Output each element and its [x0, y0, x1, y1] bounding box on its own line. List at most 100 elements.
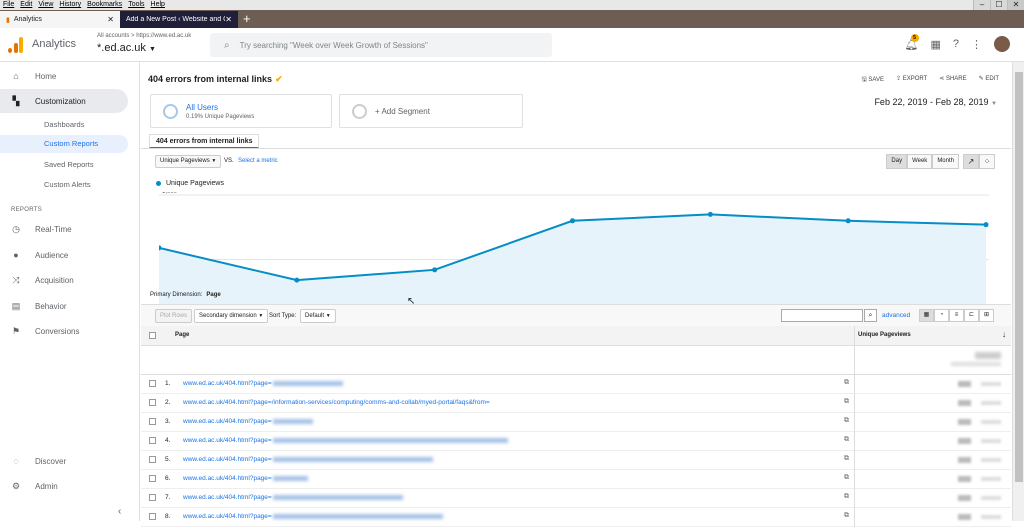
select-all-checkbox[interactable]	[149, 332, 156, 339]
sort-desc-icon[interactable]: ↓	[1002, 330, 1006, 339]
account-breadcrumb[interactable]: All accounts > https://www.ed.ac.uk	[97, 33, 191, 39]
sidebar-item-customization[interactable]: ▚ Customization	[0, 89, 128, 113]
minimize-icon[interactable]: –	[973, 0, 990, 10]
plot-rows-button[interactable]: Plot Rows	[155, 309, 193, 323]
row-checkbox[interactable]	[149, 399, 156, 406]
apps-grid-icon[interactable]: ▦	[930, 38, 940, 51]
sidebar-item-behavior[interactable]: ▤ Behavior	[0, 294, 128, 318]
tab-analytics[interactable]: ▮ Analytics ✕	[0, 11, 120, 28]
tab-add-post[interactable]: Add a New Post ‹ Website and Com ✕	[120, 11, 238, 28]
sidebar-item-saved-reports[interactable]: Saved Reports	[44, 160, 94, 169]
external-link-icon[interactable]: ⧉	[844, 417, 849, 425]
menu-bookmarks[interactable]: Bookmarks	[87, 0, 122, 10]
menu-file[interactable]: File	[3, 0, 14, 10]
performance-icon[interactable]: ≡	[949, 309, 964, 322]
week-button[interactable]: Week	[907, 154, 933, 169]
sidebar-item-custom-reports[interactable]: Custom Reports	[0, 135, 128, 153]
table-toolbar: Plot Rows Secondary dimension ▼ Sort Typ…	[141, 304, 1011, 326]
secondary-dimension-select[interactable]: Secondary dimension ▼	[194, 309, 269, 323]
new-tab-icon[interactable]: +	[243, 11, 251, 27]
menu-help[interactable]: Help	[151, 0, 165, 10]
sort-type-select[interactable]: Default ▼	[300, 309, 336, 323]
sidebar-item-custom-alerts[interactable]: Custom Alerts	[44, 180, 91, 189]
close-icon[interactable]: ✕	[1007, 0, 1024, 10]
page-link[interactable]: www.ed.ac.uk/404.html?page=	[183, 418, 313, 425]
column-header-unique-pageviews[interactable]: Unique Pageviews	[858, 332, 911, 338]
row-checkbox[interactable]	[149, 513, 156, 520]
sidebar-item-discover[interactable]: ◌ Discover	[0, 449, 128, 473]
page-link[interactable]: www.ed.ac.uk/404.html?page=	[183, 513, 443, 520]
page-scrollbar[interactable]	[1012, 62, 1024, 521]
close-tab-icon[interactable]: ✕	[107, 15, 114, 24]
export-button[interactable]: ⇪ EXPORT	[896, 75, 927, 85]
secondary-dimension-label: Secondary dimension	[199, 313, 257, 319]
row-checkbox[interactable]	[149, 418, 156, 425]
sidebar-item-realtime[interactable]: ◷ Real-Time	[0, 217, 128, 241]
sidebar-item-conversions[interactable]: ⚑ Conversions	[0, 319, 128, 343]
menu-view[interactable]: View	[38, 0, 53, 10]
collapse-sidebar-icon[interactable]: ‹	[118, 506, 121, 517]
add-segment-button[interactable]: + Add Segment	[339, 94, 523, 128]
row-checkbox[interactable]	[149, 475, 156, 482]
pie-chart-icon[interactable]: ◔	[934, 309, 949, 322]
sidebar-item-dashboards[interactable]: Dashboards	[44, 120, 84, 129]
share-button[interactable]: ⋖ SHARE	[939, 75, 966, 85]
edit-button[interactable]: ✎ EDIT	[979, 75, 999, 85]
external-link-icon[interactable]: ⧉	[844, 398, 849, 406]
chevron-down-icon: ▼	[211, 158, 217, 164]
page-link[interactable]: www.ed.ac.uk/404.html?page=	[183, 380, 343, 387]
external-link-icon[interactable]: ⧉	[844, 436, 849, 444]
external-link-icon[interactable]: ⧉	[844, 455, 849, 463]
page-link[interactable]: www.ed.ac.uk/404.html?page=	[183, 475, 308, 482]
comparison-icon[interactable]: ⊏	[964, 309, 979, 322]
sidebar-item-admin[interactable]: ⚙ Admin	[0, 474, 128, 498]
sidebar-item-home[interactable]: ⌂ Home	[0, 64, 128, 88]
sidebar-item-audience[interactable]: ● Audience	[0, 243, 128, 267]
search-icon[interactable]: ⌕	[864, 309, 877, 322]
avatar[interactable]	[994, 36, 1010, 52]
primary-dimension-value[interactable]: Page	[206, 292, 220, 298]
sidebar-item-acquisition[interactable]: ⤨ Acquisition	[0, 268, 128, 292]
tab-report[interactable]: 404 errors from internal links	[149, 134, 260, 149]
column-header-page[interactable]: Page	[175, 332, 189, 338]
redacted-value	[958, 495, 971, 501]
month-button[interactable]: Month	[932, 154, 959, 169]
row-checkbox[interactable]	[149, 380, 156, 387]
pivot-icon[interactable]: ⊞	[979, 309, 994, 322]
line-chart-icon[interactable]: ↗	[963, 154, 979, 169]
select-metric-link[interactable]: Select a metric	[238, 158, 278, 164]
page-link[interactable]: www.ed.ac.uk/404.html?page=	[183, 437, 508, 444]
table-search-input[interactable]	[781, 309, 863, 322]
external-link-icon[interactable]: ⧉	[844, 379, 849, 387]
motion-chart-icon[interactable]: ⁘	[979, 154, 995, 169]
external-link-icon[interactable]: ⧉	[844, 493, 849, 501]
property-selector[interactable]: *.ed.ac.uk ▼	[97, 42, 156, 54]
more-vert-icon[interactable]: ⋮	[971, 38, 982, 51]
metric-select[interactable]: Unique Pageviews ▼	[155, 155, 221, 168]
page-link[interactable]: www.ed.ac.uk/404.html?page=/information-…	[183, 399, 490, 406]
segment-all-users[interactable]: All Users 0.19% Unique Pageviews	[150, 94, 332, 128]
help-icon[interactable]: ?	[953, 38, 959, 50]
save-button[interactable]: 🖫︎ SAVE	[862, 75, 884, 85]
page-link[interactable]: www.ed.ac.uk/404.html?page=	[183, 456, 433, 463]
external-link-icon[interactable]: ⧉	[844, 512, 849, 520]
maximize-icon[interactable]: ☐	[990, 0, 1007, 10]
row-checkbox[interactable]	[149, 456, 156, 463]
data-table-icon[interactable]: ▦	[919, 309, 934, 322]
search-bar[interactable]: ⌕ Try searching "Week over Week Growth o…	[210, 33, 552, 57]
menu-edit[interactable]: Edit	[20, 0, 32, 10]
day-button[interactable]: Day	[886, 154, 908, 169]
export-icon: ⇪	[895, 76, 903, 82]
menu-tools[interactable]: Tools	[128, 0, 144, 10]
advanced-filter-link[interactable]: advanced	[882, 312, 910, 319]
row-checkbox[interactable]	[149, 437, 156, 444]
row-checkbox[interactable]	[149, 494, 156, 501]
date-range-picker[interactable]: Feb 22, 2019 - Feb 28, 2019 ▼	[874, 97, 997, 107]
scrollbar-thumb[interactable]	[1015, 72, 1023, 482]
redacted-percent	[981, 496, 1001, 500]
page-link[interactable]: www.ed.ac.uk/404.html?page=	[183, 494, 403, 501]
menu-history[interactable]: History	[59, 0, 81, 10]
external-link-icon[interactable]: ⧉	[844, 474, 849, 482]
close-tab-icon[interactable]: ✕	[225, 15, 232, 24]
notifications-icon[interactable]: 🔔︎ 5	[905, 33, 919, 51]
